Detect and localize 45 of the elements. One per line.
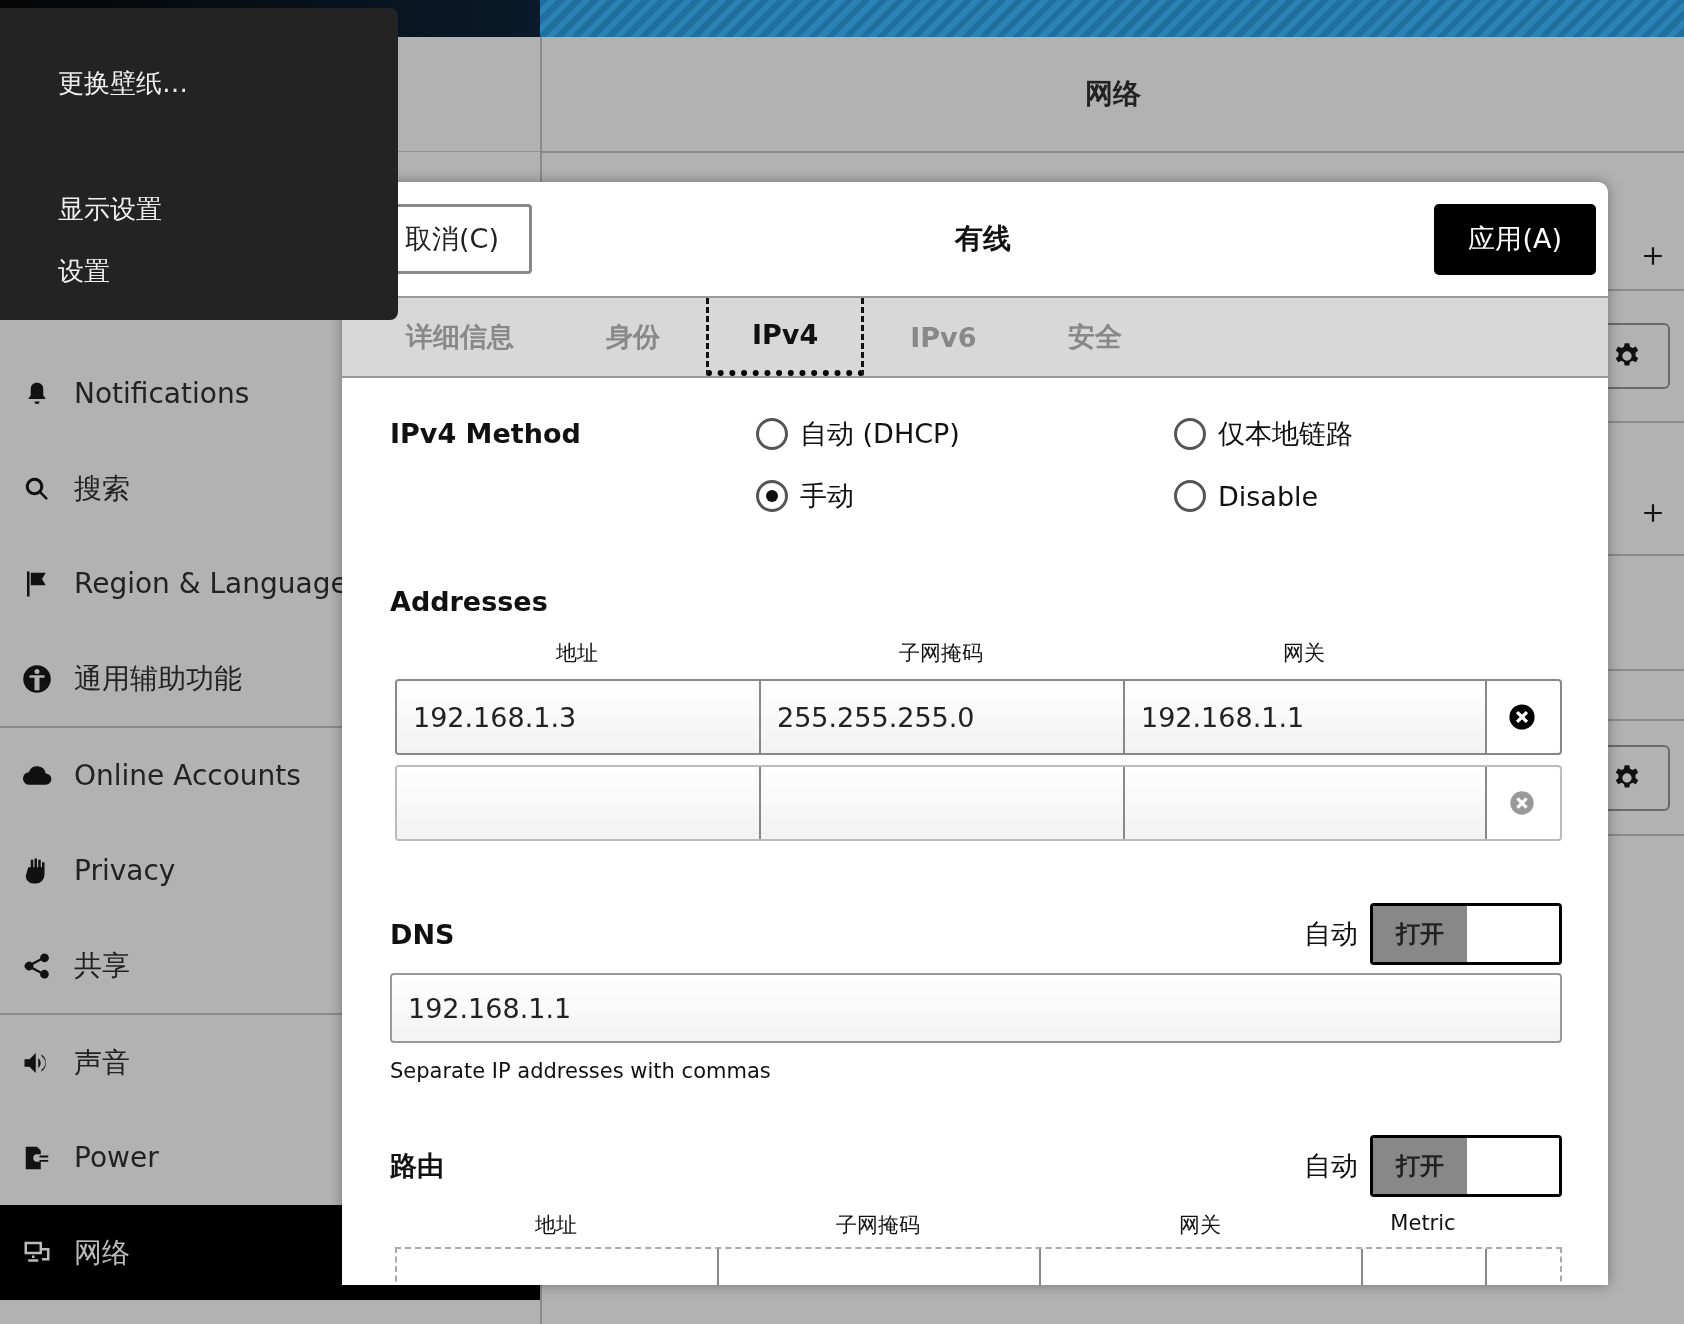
input-field[interactable] [1363,1249,1487,1285]
column-header: 子网掩码 [898,640,984,667]
input-field[interactable]: 192.168.1.1 [1125,681,1487,753]
add-icon[interactable] [1642,245,1664,267]
input-field[interactable]: 192.168.1.3 [397,681,761,753]
window-title: 网络 [1085,76,1141,112]
input-field[interactable] [1125,767,1487,839]
section-title: DNS [390,918,456,950]
add-icon[interactable] [1642,501,1664,524]
radio-button[interactable] [756,418,788,450]
radio-option[interactable]: Disable [1174,476,1353,516]
clear-icon [1508,703,1536,731]
clear-icon [1509,790,1535,816]
method-label: IPv4 Method [390,417,582,451]
column-header: Metric [1389,1211,1457,1237]
radio-button[interactable] [1174,418,1206,450]
toggle-switch[interactable]: 打开 [1370,1135,1562,1197]
radio-option[interactable]: 自动 (DHCP) [756,414,1174,454]
input-field[interactable] [761,767,1125,839]
radio-button[interactable] [1174,480,1206,512]
column-header: 地址 [555,640,599,667]
hint-text: Separate IP addresses with commas [390,1059,772,1083]
input-field[interactable]: 192.168.1.1 [390,973,1562,1043]
share-icon [22,950,52,981]
input-field[interactable] [719,1249,1041,1285]
toggle-switch[interactable]: 打开 [1370,903,1562,965]
radio-option[interactable]: 手动 [756,476,1174,516]
input-field[interactable] [397,1249,719,1285]
column-header: 子网掩码 [835,1212,921,1239]
menu-item[interactable]: 更换壁纸… [0,52,398,114]
apply-button[interactable]: 应用(A) [1434,203,1596,275]
section-title: Addresses [390,586,549,617]
sidebar-item[interactable]: Privacy [0,823,540,918]
tab[interactable]: IPv4 [706,298,865,376]
switch-label: 自动 [1304,917,1358,951]
radio-option[interactable]: 仅本地链路 [1174,414,1353,454]
input-field[interactable]: 255.255.255.0 [761,681,1125,753]
column-header: 网关 [1178,1212,1222,1239]
section-title: 路由 [390,1149,445,1183]
switch-label: 自动 [1304,1149,1358,1183]
input-field[interactable] [1041,1249,1363,1285]
column-header: 网关 [1282,640,1326,667]
radio-button[interactable] [756,480,788,512]
dialog-title: 有线 [955,221,1012,257]
input-field[interactable] [397,767,761,839]
